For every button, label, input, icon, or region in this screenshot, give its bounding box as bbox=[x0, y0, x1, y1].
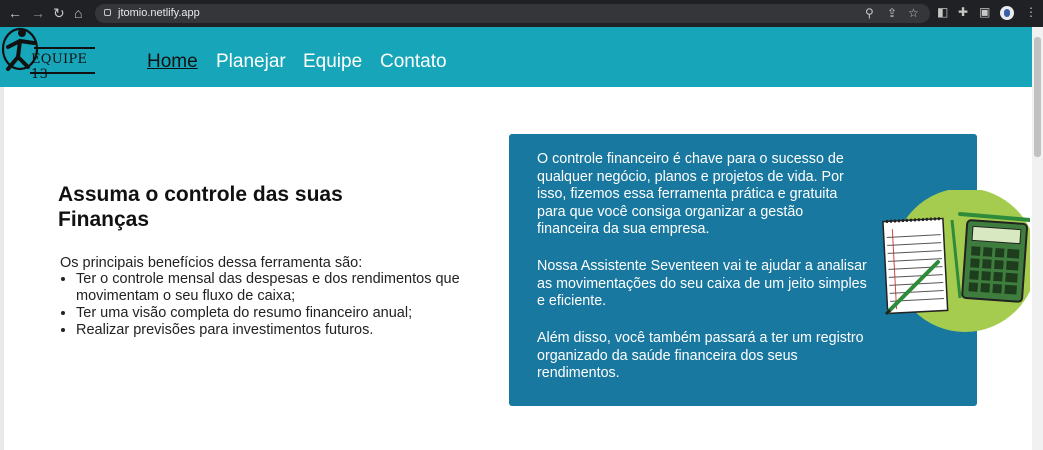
reload-icon[interactable]: ↻ bbox=[53, 5, 65, 21]
zoom-icon[interactable]: ⚲ bbox=[865, 6, 874, 20]
scrollbar-thumb[interactable] bbox=[1034, 37, 1041, 157]
benefits-intro: Os principais benefícios dessa ferrament… bbox=[60, 255, 363, 271]
benefits-list: Ter o controle mensal das despesas e dos… bbox=[60, 271, 511, 339]
address-bar[interactable]: jtomio.netlify.app ⚲ ⇪ ☆ bbox=[95, 4, 930, 23]
puzzle-icon[interactable]: ✚ bbox=[958, 5, 968, 19]
card-paragraph-3: Além disso, você também passará a ter um… bbox=[537, 330, 864, 381]
logo-text: EQUIPE 13 bbox=[31, 52, 88, 82]
forward-icon[interactable]: → bbox=[31, 5, 45, 21]
browser-toolbar: ← → ↻ ⌂ jtomio.netlify.app ⚲ ⇪ ☆ ◧ ✚ ▣ ⋮ bbox=[0, 0, 1043, 27]
nav-planejar[interactable]: Planejar bbox=[216, 51, 286, 73]
list-item: Ter uma visão completa do resumo finance… bbox=[76, 305, 511, 322]
page-title: Assuma o controle das suas Finanças bbox=[58, 183, 343, 231]
menu-kebab-icon[interactable]: ⋮ bbox=[1025, 5, 1037, 19]
sidepanel-icon[interactable]: ▣ bbox=[979, 5, 990, 19]
list-item: Ter o controle mensal das despesas e dos… bbox=[76, 271, 511, 305]
back-icon[interactable]: ← bbox=[8, 5, 22, 21]
site-header: EQUIPE 13 Home Planejar Equipe Contato bbox=[0, 27, 1032, 87]
nav-contato[interactable]: Contato bbox=[380, 51, 447, 73]
url-text: jtomio.netlify.app bbox=[118, 7, 200, 19]
nav-home[interactable]: Home bbox=[147, 51, 198, 73]
bookmark-star-icon[interactable]: ☆ bbox=[908, 6, 919, 20]
finance-illustration-icon bbox=[882, 190, 1030, 332]
logo[interactable]: EQUIPE 13 bbox=[0, 27, 100, 87]
profile-avatar[interactable] bbox=[1000, 6, 1014, 20]
extension-icon[interactable]: ◧ bbox=[937, 5, 948, 19]
card-paragraph-1: O controle financeiro é chave para o suc… bbox=[537, 151, 844, 237]
card-paragraph-2: Nossa Assistente Seventeen vai te ajudar… bbox=[537, 258, 867, 309]
share-icon[interactable]: ⇪ bbox=[887, 6, 897, 20]
lock-icon bbox=[104, 9, 111, 16]
page-gutter bbox=[0, 87, 4, 450]
nav-equipe[interactable]: Equipe bbox=[303, 51, 362, 73]
page-scrollbar[interactable] bbox=[1032, 27, 1043, 450]
home-icon[interactable]: ⌂ bbox=[74, 5, 82, 21]
list-item: Realizar previsões para investimentos fu… bbox=[76, 322, 511, 339]
